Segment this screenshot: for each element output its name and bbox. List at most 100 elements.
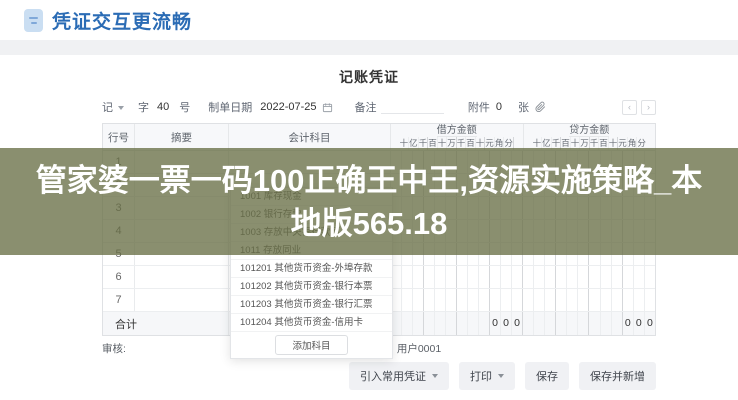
credit-amount-cell[interactable] — [523, 266, 655, 288]
digit-cell — [402, 289, 413, 311]
app-window: 凭证交互更流畅 记账凭证 记 字 40 号 制单日期 2022-07-25 备注 — [0, 0, 738, 400]
digit-cell — [601, 266, 612, 288]
debit-amount-cell[interactable] — [391, 266, 523, 288]
digit-cell — [589, 289, 600, 311]
audit-label: 审核: — [102, 343, 126, 355]
total-digit-value — [612, 312, 623, 335]
digit-cell — [589, 266, 600, 288]
col-debit-group: 借方金额 十亿千百十万千百十元角分 — [391, 124, 524, 150]
action-bar: 引入常用凭证 打印 保存 保存并新增 — [102, 362, 656, 390]
voucher-word-select[interactable]: 记 — [102, 99, 124, 115]
date-label: 制单日期 — [208, 99, 252, 115]
table-header: 行号 摘要 会计科目 借方金额 十亿千百十万千百十元角分 贷方金额 十亿千百十万… — [103, 124, 655, 151]
digit-cell — [435, 266, 446, 288]
digit-cell — [612, 266, 623, 288]
print-button[interactable]: 打印 — [459, 362, 515, 390]
total-digit-value — [556, 312, 567, 335]
import-common-voucher-button[interactable]: 引入常用凭证 — [349, 362, 449, 390]
paperclip-icon[interactable] — [535, 101, 546, 113]
digit-cell — [501, 266, 512, 288]
account-option[interactable]: 101202 其他货币资金-银行本票 — [231, 278, 392, 296]
digit-cell — [623, 289, 634, 311]
digit-cell — [634, 289, 645, 311]
total-digit-value — [468, 312, 479, 335]
total-digit-value: 0 — [634, 312, 645, 335]
total-digit-value — [589, 312, 600, 335]
total-debit-amount: 000 — [391, 312, 523, 335]
digit-cell — [490, 289, 501, 311]
debit-amount-cell[interactable] — [391, 289, 523, 311]
save-and-new-button[interactable]: 保存并新增 — [579, 362, 656, 390]
voucher-doc-icon — [24, 9, 43, 32]
digit-cell — [534, 266, 545, 288]
total-digit-value — [534, 312, 545, 335]
voucher-word-value: 记 — [102, 99, 113, 115]
account-option[interactable]: 101201 其他货币资金-外埠存款 — [231, 260, 392, 278]
summary-cell[interactable] — [135, 266, 229, 288]
col-account: 会计科目 — [229, 124, 391, 150]
digit-cell — [556, 289, 567, 311]
date-input[interactable]: 2022-07-25 — [260, 101, 332, 113]
digit-cell — [512, 289, 523, 311]
prev-voucher-button[interactable]: ‹ — [622, 100, 637, 115]
digit-cell — [634, 266, 645, 288]
row-number: 6 — [103, 266, 135, 288]
total-credit-amount: 000 — [523, 312, 655, 335]
save-and-new-label: 保存并新增 — [590, 368, 645, 384]
total-digit-value: 0 — [512, 312, 523, 335]
total-digit-value — [457, 312, 468, 335]
digit-cell — [512, 266, 523, 288]
digit-cell — [501, 289, 512, 311]
digit-cell — [645, 266, 655, 288]
voucher-title: 记账凭证 — [0, 67, 738, 87]
total-digit-value — [435, 312, 446, 335]
total-digit-value — [578, 312, 589, 335]
voucher-pager: ‹ › — [622, 100, 656, 115]
digit-cell — [468, 266, 479, 288]
total-digit-value: 0 — [501, 312, 512, 335]
digit-cell — [446, 289, 457, 311]
digit-cell — [556, 266, 567, 288]
digit-cell — [623, 266, 634, 288]
total-digit-value — [601, 312, 612, 335]
chevron-down-icon — [432, 374, 438, 381]
digit-cell — [612, 289, 623, 311]
attachment-area: 附件 0 张 — [468, 99, 546, 115]
add-subject-button[interactable]: 添加科目 — [275, 335, 347, 355]
digit-cell — [545, 289, 556, 311]
total-label: 合计 — [103, 312, 229, 335]
digit-cell — [578, 289, 589, 311]
date-value: 2022-07-25 — [260, 101, 316, 113]
remark-input[interactable] — [381, 100, 444, 114]
next-voucher-button[interactable]: › — [641, 100, 656, 115]
digit-cell — [424, 289, 435, 311]
chevron-down-icon — [498, 374, 504, 381]
digit-cell — [567, 266, 578, 288]
digit-cell — [534, 289, 545, 311]
account-option[interactable]: 101204 其他货币资金-信用卡 — [231, 314, 392, 332]
account-option[interactable]: 101203 其他货币资金-银行汇票 — [231, 296, 392, 314]
total-digit-value — [402, 312, 413, 335]
digit-cell — [413, 266, 424, 288]
digit-cell — [523, 289, 534, 311]
digit-cell — [479, 266, 490, 288]
digit-cell — [567, 289, 578, 311]
total-digit-value — [413, 312, 424, 335]
credit-amount-cell[interactable] — [523, 289, 655, 311]
top-bar: 凭证交互更流畅 — [0, 0, 738, 40]
attachment-count-input[interactable]: 0 — [496, 101, 502, 113]
watermark-overlay-band: 管家婆一票一码100正确王中王,资源实施策略_本地版565.18 — [0, 148, 738, 255]
digit-cell — [457, 289, 468, 311]
save-button[interactable]: 保存 — [525, 362, 569, 390]
digit-cell — [545, 266, 556, 288]
voucher-toolbar: 记 字 40 号 制单日期 2022-07-25 备注 附件 0 张 — [102, 98, 656, 116]
print-label: 打印 — [470, 368, 492, 384]
col-credit-group: 贷方金额 十亿千百十万千百十元角分 — [524, 124, 656, 150]
voucher-number-input[interactable]: 40 — [157, 101, 169, 113]
total-digit-value — [446, 312, 457, 335]
app-title: 凭证交互更流畅 — [52, 7, 192, 34]
digit-cell — [413, 289, 424, 311]
digit-cell — [424, 266, 435, 288]
digit-cell — [457, 266, 468, 288]
summary-cell[interactable] — [135, 289, 229, 311]
